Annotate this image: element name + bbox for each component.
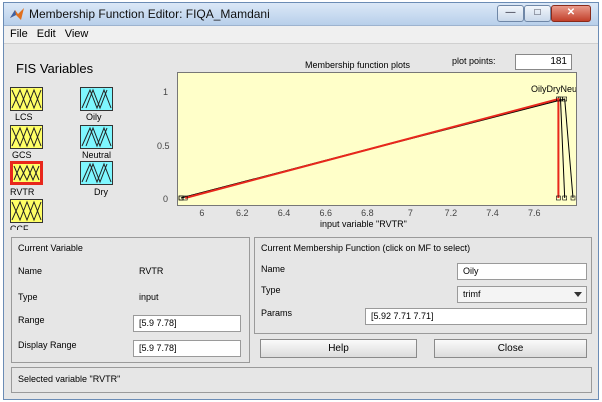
mf-editor-window: Membership Function Editor: FIQA_Mamdani… <box>3 2 599 400</box>
output-var-label: Neutral <box>82 150 112 160</box>
plot-points-label: plot points: <box>452 56 496 66</box>
output-var-icon-oily[interactable] <box>80 87 113 111</box>
window-title: Membership Function Editor: FIQA_Mamdani <box>29 7 270 21</box>
mf-plot-svg[interactable]: OilyDryNeutral <box>178 73 590 205</box>
x-tick-label: 6.8 <box>361 208 374 218</box>
mf-name-input[interactable]: Oily <box>457 263 587 280</box>
dropdown-arrow-icon <box>574 292 582 297</box>
y-tick-label: 0.5 <box>157 141 170 151</box>
mf-name-label: Name <box>261 264 286 274</box>
close-window-button[interactable]: ✕ <box>551 5 591 22</box>
mf-params-label: Params <box>261 308 293 318</box>
name-label: Name <box>18 266 43 276</box>
x-tick-label: 6 <box>199 208 205 218</box>
output-var-icon-neutral[interactable] <box>80 125 113 149</box>
x-tick-label: 7 <box>407 208 413 218</box>
output-var-label: Dry <box>94 187 108 197</box>
x-tick-label: 6.2 <box>236 208 249 218</box>
close-button[interactable]: Close <box>434 339 587 358</box>
mf-plot-area[interactable]: OilyDryNeutral <box>177 72 590 206</box>
mf-curve-oily[interactable] <box>184 97 560 199</box>
x-tick-label: 7.6 <box>527 208 541 218</box>
display-range-input[interactable]: [5.9 7.78] <box>133 340 241 357</box>
menu-view[interactable]: View <box>59 26 92 40</box>
type-label: Type <box>18 292 38 302</box>
output-var-label: Oily <box>86 112 102 122</box>
x-tick-label: 7.4 <box>486 208 499 218</box>
input-var-label: LCS <box>15 112 33 122</box>
x-tick-label: 6.4 <box>277 208 291 218</box>
input-var-icon-gcs[interactable] <box>10 125 43 149</box>
variable-name-value: RVTR <box>139 266 164 276</box>
input-var-label: RVTR <box>10 187 35 197</box>
input-var-icon-ccf[interactable] <box>10 199 43 223</box>
range-input[interactable]: [5.9 7.78] <box>133 315 241 332</box>
fis-variables-title: FIS Variables <box>16 61 94 76</box>
input-var-label: GCS <box>12 150 32 160</box>
mf-name-labels: OilyDryNeutral <box>531 84 576 94</box>
mf-type-label: Type <box>261 285 281 295</box>
matlab-logo-icon <box>10 8 24 20</box>
plot-header: Membership function plots <box>305 60 411 70</box>
x-tick-label: 7.2 <box>444 208 458 218</box>
output-var-icon-dry[interactable] <box>80 161 113 185</box>
mf-type-value: trimf <box>463 289 481 299</box>
status-text: Selected variable "RVTR" <box>18 374 121 384</box>
variable-type-value: input <box>139 292 159 302</box>
input-var-icon-rvtr[interactable] <box>10 161 43 185</box>
menu-edit[interactable]: Edit <box>31 26 59 40</box>
current-mf-title: Current Membership Function (click on MF… <box>261 243 471 253</box>
title-bar: Membership Function Editor: FIQA_Mamdani… <box>4 3 598 26</box>
mf-type-dropdown[interactable]: trimf <box>457 286 587 303</box>
display-range-label: Display Range <box>18 340 77 350</box>
minimize-button[interactable]: — <box>497 5 524 22</box>
maximize-button[interactable]: □ <box>524 5 551 22</box>
mf-params-input[interactable]: [5.92 7.71 7.71] <box>365 308 587 325</box>
input-var-icon-lcs[interactable] <box>10 87 43 111</box>
y-tick-label: 1 <box>163 87 169 97</box>
x-tick-label: 6.6 <box>319 208 332 218</box>
current-variable-title: Current Variable <box>18 243 83 253</box>
input-var-label: CCF <box>10 224 29 230</box>
menu-bar: File Edit View <box>4 26 598 44</box>
x-axis-label: input variable "RVTR" <box>320 219 407 229</box>
plot-points-input[interactable]: 181 <box>515 54 572 70</box>
range-label: Range <box>18 315 45 325</box>
y-tick-label: 0 <box>163 194 169 204</box>
menu-file[interactable]: File <box>4 26 31 40</box>
help-button[interactable]: Help <box>260 339 417 358</box>
